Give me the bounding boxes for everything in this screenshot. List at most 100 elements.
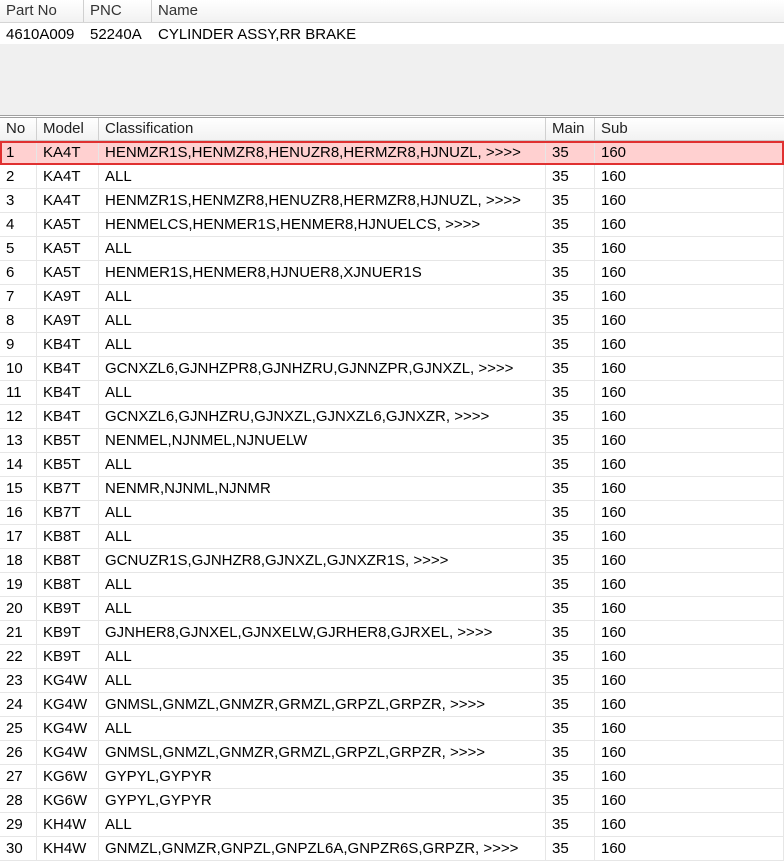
column-header-sub[interactable]: Sub <box>595 118 784 140</box>
row-model-cell: KB8T <box>37 549 99 572</box>
table-row[interactable]: 6 KA5T HENMER1S,HENMER8,HJNUER8,XJNUER1S 35… <box>0 261 784 285</box>
table-row[interactable]: 9 KB4T ALL 35 160 <box>0 333 784 357</box>
row-model-cell: KG6W <box>37 765 99 788</box>
row-main-cell: 35 <box>546 237 595 260</box>
table-row[interactable]: 15 KB7T NENMR,NJNML,NJNMR 35 160 <box>0 477 784 501</box>
row-classification-cell: GNMSL,GNMZL,GNMZR,GRMZL,GRPZL,GRPZR, >>>… <box>99 741 546 764</box>
table-row[interactable]: 8 KA9T ALL 35 160 <box>0 309 784 333</box>
row-no-cell: 10 <box>0 357 37 380</box>
list-rows: 1 KA4T HENMZR1S,HENMZR8,HENUZR8,HERMZR8,HJ… <box>0 141 784 861</box>
table-row[interactable]: 19 KB8T ALL 35 160 <box>0 573 784 597</box>
row-sub-cell: 160 <box>595 333 784 356</box>
row-sub-cell: 160 <box>595 525 784 548</box>
row-sub-cell: 160 <box>595 189 784 212</box>
table-row[interactable]: 5 KA5T ALL 35 160 <box>0 237 784 261</box>
row-model-cell: KB4T <box>37 405 99 428</box>
row-no-cell: 16 <box>0 501 37 524</box>
table-row[interactable]: 17 KB8T ALL 35 160 <box>0 525 784 549</box>
row-classification-cell: ALL <box>99 717 546 740</box>
row-sub-cell: 160 <box>595 837 784 860</box>
part-row[interactable]: 4610A009 52240A CYLINDER ASSY,RR BRAKE <box>0 23 784 44</box>
row-sub-cell: 160 <box>595 573 784 596</box>
row-sub-cell: 160 <box>595 477 784 500</box>
table-row[interactable]: 14 KB5T ALL 35 160 <box>0 453 784 477</box>
model-list[interactable]: No Model Classification Main Sub 1 KA4T HE… <box>0 117 784 861</box>
row-no-cell: 14 <box>0 453 37 476</box>
column-header-main[interactable]: Main <box>546 118 595 140</box>
row-sub-cell: 160 <box>595 741 784 764</box>
column-header-classification[interactable]: Classification <box>99 118 546 140</box>
column-header-no[interactable]: No <box>0 118 37 140</box>
row-model-cell: KG4W <box>37 669 99 692</box>
row-classification-cell: HENMELCS,HENMER1S,HENMER8,HJNUELCS, >>>> <box>99 213 546 236</box>
row-model-cell: KH4W <box>37 837 99 860</box>
row-classification-cell: ALL <box>99 645 546 668</box>
row-classification-cell: GCNXZL6,GJNHZPR8,GJNHZRU,GJNNZPR,GJNXZL,… <box>99 357 546 380</box>
row-model-cell: KA5T <box>37 237 99 260</box>
part-no-value: 4610A009 <box>6 26 75 43</box>
table-row[interactable]: 11 KB4T ALL 35 160 <box>0 381 784 405</box>
row-classification-cell: GNMZL,GNMZR,GNPZL,GNPZL6A,GNPZR6S,GRPZR,… <box>99 837 546 860</box>
table-row[interactable]: 10 KB4T GCNXZL6,GJNHZPR8,GJNHZRU,GJNNZPR,G… <box>0 357 784 381</box>
table-row[interactable]: 7 KA9T ALL 35 160 <box>0 285 784 309</box>
table-row[interactable]: 22 KB9T ALL 35 160 <box>0 645 784 669</box>
column-header-part-no[interactable]: Part No <box>0 0 84 22</box>
row-classification-cell: GJNHER8,GJNXEL,GJNXELW,GJRHER8,GJRXEL, >… <box>99 621 546 644</box>
table-row[interactable]: 4 KA5T HENMELCS,HENMER1S,HENMER8,HJNUELCS,… <box>0 213 784 237</box>
row-classification-cell: ALL <box>99 165 546 188</box>
column-header-pnc[interactable]: PNC <box>84 0 152 22</box>
table-row[interactable]: 28 KG6W GYPYL,GYPYR 35 160 <box>0 789 784 813</box>
row-sub-cell: 160 <box>595 765 784 788</box>
row-model-cell: KB4T <box>37 381 99 404</box>
row-classification-cell: ALL <box>99 597 546 620</box>
table-row[interactable]: 12 KB4T GCNXZL6,GJNHZRU,GJNXZL,GJNXZL6,GJN… <box>0 405 784 429</box>
row-no-cell: 9 <box>0 333 37 356</box>
row-no-cell: 8 <box>0 309 37 332</box>
row-no-cell: 3 <box>0 189 37 212</box>
table-row[interactable]: 2 KA4T ALL 35 160 <box>0 165 784 189</box>
row-no-cell: 27 <box>0 765 37 788</box>
table-row[interactable]: 13 KB5T NENMEL,NJNMEL,NJNUELW 35 160 <box>0 429 784 453</box>
table-row[interactable]: 21 KB9T GJNHER8,GJNXEL,GJNXELW,GJRHER8,GJR… <box>0 621 784 645</box>
table-row[interactable]: 24 KG4W GNMSL,GNMZL,GNMZR,GRMZL,GRPZL,GRPZ… <box>0 693 784 717</box>
table-row[interactable]: 23 KG4W ALL 35 160 <box>0 669 784 693</box>
row-main-cell: 35 <box>546 381 595 404</box>
column-header-name[interactable]: Name <box>152 0 784 22</box>
row-model-cell: KG4W <box>37 717 99 740</box>
row-sub-cell: 160 <box>595 285 784 308</box>
row-sub-cell: 160 <box>595 405 784 428</box>
row-classification-cell: ALL <box>99 285 546 308</box>
row-classification-cell: NENMEL,NJNMEL,NJNUELW <box>99 429 546 452</box>
row-model-cell: KB4T <box>37 333 99 356</box>
row-model-cell: KA4T <box>37 189 99 212</box>
row-classification-cell: GNMSL,GNMZL,GNMZR,GRMZL,GRPZL,GRPZR, >>>… <box>99 693 546 716</box>
row-main-cell: 35 <box>546 525 595 548</box>
row-no-cell: 11 <box>0 381 37 404</box>
table-row[interactable]: 1 KA4T HENMZR1S,HENMZR8,HENUZR8,HERMZR8,HJ… <box>0 141 784 165</box>
row-sub-cell: 160 <box>595 789 784 812</box>
table-row[interactable]: 16 KB7T ALL 35 160 <box>0 501 784 525</box>
table-row[interactable]: 29 KH4W ALL 35 160 <box>0 813 784 837</box>
table-row[interactable]: 25 KG4W ALL 35 160 <box>0 717 784 741</box>
row-sub-cell: 160 <box>595 693 784 716</box>
row-model-cell: KA9T <box>37 285 99 308</box>
row-classification-cell: ALL <box>99 501 546 524</box>
row-classification-cell: HENMZR1S,HENMZR8,HENUZR8,HERMZR8,HJNUZL,… <box>99 141 546 164</box>
column-header-model[interactable]: Model <box>37 118 99 140</box>
table-row[interactable]: 30 KH4W GNMZL,GNMZR,GNPZL,GNPZL6A,GNPZR6S,… <box>0 837 784 861</box>
row-sub-cell: 160 <box>595 669 784 692</box>
row-model-cell: KB8T <box>37 573 99 596</box>
row-classification-cell: ALL <box>99 381 546 404</box>
table-row[interactable]: 18 KB8T GCNUZR1S,GJNHZR8,GJNXZL,GJNXZR1S, … <box>0 549 784 573</box>
table-row[interactable]: 26 KG4W GNMSL,GNMZL,GNMZR,GRMZL,GRPZL,GRPZ… <box>0 741 784 765</box>
row-sub-cell: 160 <box>595 381 784 404</box>
row-main-cell: 35 <box>546 645 595 668</box>
row-sub-cell: 160 <box>595 549 784 572</box>
part-header-row: Part No PNC Name <box>0 0 784 23</box>
row-model-cell: KB5T <box>37 453 99 476</box>
table-row[interactable]: 3 KA4T HENMZR1S,HENMZR8,HENUZR8,HERMZR8,HJ… <box>0 189 784 213</box>
row-no-cell: 30 <box>0 837 37 860</box>
table-row[interactable]: 20 KB9T ALL 35 160 <box>0 597 784 621</box>
row-classification-cell: NENMR,NJNML,NJNMR <box>99 477 546 500</box>
table-row[interactable]: 27 KG6W GYPYL,GYPYR 35 160 <box>0 765 784 789</box>
